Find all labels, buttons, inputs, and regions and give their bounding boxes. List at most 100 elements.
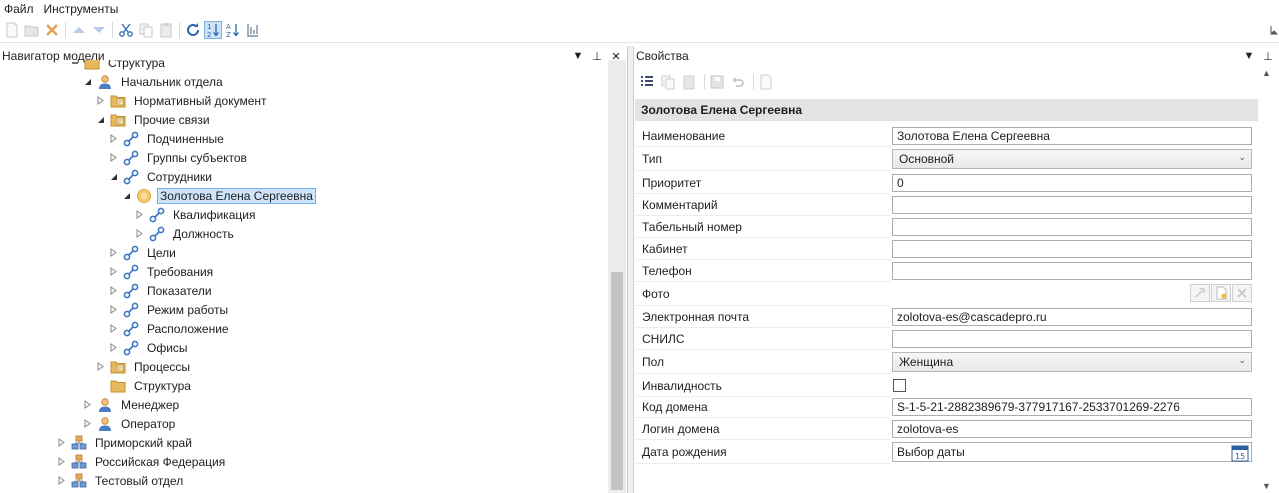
- new-icon[interactable]: [3, 21, 21, 39]
- move-down-icon[interactable]: [90, 21, 108, 39]
- collapse-arrow-icon[interactable]: [69, 60, 81, 69]
- sort-alpha-icon[interactable]: AZ: [224, 21, 242, 39]
- pin-icon[interactable]: ⊥: [1260, 48, 1276, 64]
- navigator-scrollbar[interactable]: [608, 60, 626, 493]
- property-input[interactable]: [892, 262, 1252, 280]
- tree-node[interactable]: Тестовый отдел: [56, 471, 186, 490]
- expand-arrow-icon[interactable]: [108, 304, 120, 316]
- expand-arrow-icon[interactable]: [108, 152, 120, 164]
- tree-node[interactable]: Оператор: [82, 414, 178, 433]
- tree-node[interactable]: Требования: [108, 262, 216, 281]
- tree-node[interactable]: Цели: [108, 243, 179, 262]
- expand-arrow-icon[interactable]: [95, 95, 107, 107]
- tree-node[interactable]: Нормативный документ: [95, 91, 270, 110]
- photo-view-icon[interactable]: [1190, 284, 1210, 302]
- tree-node[interactable]: Приморский край: [56, 433, 195, 452]
- tree-node[interactable]: Группы субъектов: [108, 148, 250, 167]
- dropdown-icon[interactable]: ▼: [1241, 48, 1257, 64]
- property-value-cell: Золотова Елена Сергеевна: [891, 125, 1258, 147]
- property-input[interactable]: 0: [892, 174, 1252, 192]
- expand-arrow-icon[interactable]: [82, 399, 94, 411]
- property-input[interactable]: [892, 330, 1252, 348]
- chevron-down-icon[interactable]: ⌄: [1238, 152, 1246, 163]
- expand-arrow-icon[interactable]: [95, 361, 107, 373]
- combo-value: Основной: [899, 152, 955, 166]
- undo-icon[interactable]: [729, 73, 747, 91]
- tree-node[interactable]: Должность: [134, 224, 237, 243]
- tree-node[interactable]: Офисы: [108, 338, 191, 357]
- tree-node[interactable]: Процессы: [95, 357, 193, 376]
- move-up-icon[interactable]: [70, 21, 88, 39]
- property-input[interactable]: [892, 196, 1252, 214]
- expand-arrow-icon[interactable]: [56, 437, 68, 449]
- expand-arrow-icon[interactable]: [108, 133, 120, 145]
- copy-icon[interactable]: [659, 73, 677, 91]
- chevron-down-icon[interactable]: ⌄: [1238, 355, 1246, 366]
- open-icon[interactable]: [23, 21, 41, 39]
- property-input[interactable]: Золотова Елена Сергеевна: [892, 127, 1252, 145]
- photo-clear-icon[interactable]: [1232, 284, 1252, 302]
- tree-node[interactable]: Сотрудники: [108, 167, 215, 186]
- categorized-icon[interactable]: [638, 73, 656, 91]
- tree-node[interactable]: Структура: [95, 376, 194, 395]
- calendar-icon[interactable]: 15: [1231, 444, 1249, 462]
- paste-icon[interactable]: [680, 73, 698, 91]
- tree-node[interactable]: Прочие связи: [95, 110, 213, 129]
- copy-icon[interactable]: [137, 21, 155, 39]
- document-icon[interactable]: [757, 73, 775, 91]
- collapse-arrow-icon[interactable]: [82, 76, 94, 88]
- menu-file[interactable]: Файл: [0, 0, 40, 18]
- expand-arrow-icon[interactable]: [108, 247, 120, 259]
- expand-arrow-icon[interactable]: [108, 342, 120, 354]
- menu-tools[interactable]: Инструменты: [40, 0, 125, 18]
- expand-arrow-icon[interactable]: [134, 209, 146, 221]
- sort-numeric-icon[interactable]: 12: [204, 21, 222, 39]
- tree-node[interactable]: Показатели: [108, 281, 215, 300]
- property-row: Инвалидность: [635, 375, 1258, 397]
- delete-icon[interactable]: [43, 21, 61, 39]
- expand-arrow-icon[interactable]: [108, 266, 120, 278]
- toolbar-overflow-icon[interactable]: [1269, 21, 1279, 39]
- expand-arrow-icon[interactable]: [108, 285, 120, 297]
- link-icon: [148, 207, 166, 223]
- expand-arrow-icon[interactable]: [108, 323, 120, 335]
- property-checkbox[interactable]: [893, 379, 906, 392]
- tree-node[interactable]: Начальник отдела: [82, 72, 226, 91]
- property-input[interactable]: S-1-5-21-2882389679-377917167-2533701269…: [892, 398, 1252, 416]
- collapse-arrow-icon[interactable]: [121, 190, 133, 202]
- expand-arrow-icon[interactable]: [56, 475, 68, 487]
- expand-arrow-icon[interactable]: [134, 228, 146, 240]
- scroll-up-icon[interactable]: ▲: [1262, 68, 1271, 78]
- properties-scrollbar[interactable]: ▲ ▼: [1258, 68, 1279, 493]
- tree-node[interactable]: Менеджер: [82, 395, 182, 414]
- expand-arrow-icon[interactable]: [82, 418, 94, 430]
- collapse-arrow-icon[interactable]: [108, 171, 120, 183]
- property-combo[interactable]: Основной ⌄: [892, 149, 1252, 169]
- property-input[interactable]: zolotova-es@cascadepro.ru: [892, 308, 1252, 326]
- property-row: Фото: [635, 282, 1258, 306]
- tree-node[interactable]: Режим работы: [108, 300, 231, 319]
- collapse-arrow-icon[interactable]: [95, 114, 107, 126]
- date-picker[interactable]: Выбор даты 15: [892, 442, 1252, 462]
- property-input[interactable]: [892, 240, 1252, 258]
- paste-icon[interactable]: [157, 21, 175, 39]
- tree-node[interactable]: Подчиненные: [108, 129, 227, 148]
- tree-node[interactable]: Квалификация: [134, 205, 258, 224]
- photo-load-icon[interactable]: [1211, 284, 1231, 302]
- sort-custom-icon[interactable]: [244, 21, 262, 39]
- tree-node[interactable]: Российская Федерация: [56, 452, 228, 471]
- tree-node[interactable]: Расположение: [108, 319, 232, 338]
- tree-node[interactable]: Золотова Елена Сергеевна: [121, 186, 316, 205]
- property-input[interactable]: zolotova-es: [892, 420, 1252, 438]
- folder-doc-icon: [109, 359, 127, 375]
- refresh-icon[interactable]: [184, 21, 202, 39]
- property-input[interactable]: [892, 218, 1252, 236]
- scrollbar-thumb[interactable]: [611, 272, 623, 490]
- tree-node-label: Процессы: [134, 359, 191, 374]
- save-icon[interactable]: [708, 73, 726, 91]
- expand-arrow-icon[interactable]: [56, 456, 68, 468]
- tree-node[interactable]: Структура: [69, 60, 168, 72]
- scroll-down-icon[interactable]: ▼: [1262, 481, 1271, 491]
- cut-icon[interactable]: [117, 21, 135, 39]
- property-combo[interactable]: Женщина ⌄: [892, 352, 1252, 372]
